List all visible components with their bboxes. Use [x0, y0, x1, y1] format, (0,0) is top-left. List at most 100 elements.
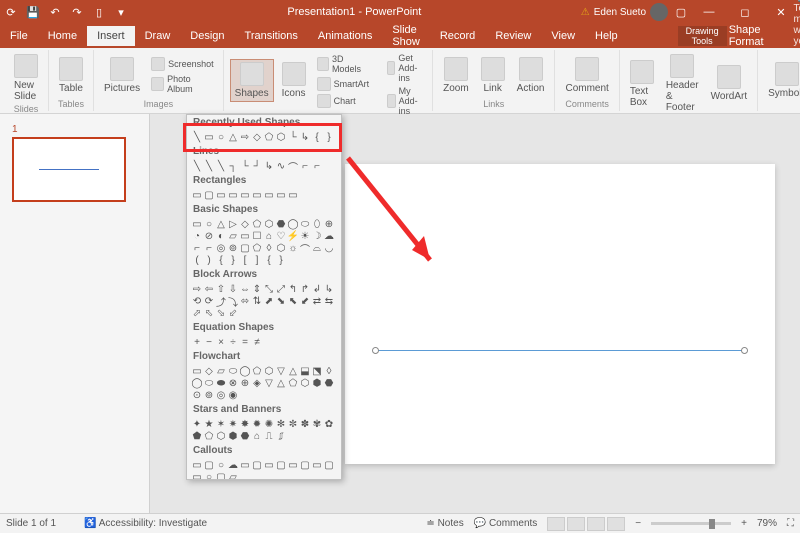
shape-item[interactable]: ▭ [227, 189, 239, 201]
get-addins-button[interactable]: Get Add-ins [384, 52, 426, 84]
save-icon[interactable]: 💾 [26, 5, 40, 19]
wordart-button[interactable]: WordArt [707, 63, 752, 104]
shape-item[interactable]: ◎ [215, 389, 227, 401]
shape-item[interactable]: ⊗ [227, 377, 239, 389]
resize-handle-left[interactable] [372, 347, 379, 354]
shape-item[interactable]: ▭ [239, 230, 251, 242]
shape-item[interactable]: ⇔ [239, 283, 251, 295]
shape-curve[interactable]: ↳ [263, 160, 275, 172]
shape-item[interactable]: ◐ [215, 230, 227, 242]
shape-item[interactable]: ⬠ [287, 377, 299, 389]
shape-item[interactable]: ○ [215, 459, 227, 471]
shape-item[interactable]: ⤴ [215, 295, 227, 307]
shape-item[interactable]: ▭ [191, 218, 203, 230]
header-footer-button[interactable]: Header & Footer [662, 52, 703, 115]
shape-item[interactable]: ◯ [287, 218, 299, 230]
shape-item[interactable]: ⌂ [251, 430, 263, 442]
shape-item[interactable]: ⤢ [275, 283, 287, 295]
autosave-icon[interactable]: ⟳ [4, 5, 18, 19]
zoom-button[interactable]: Zoom [439, 55, 473, 96]
shape-item[interactable]: ⊚ [203, 389, 215, 401]
shape-item[interactable]: = [239, 336, 251, 348]
shape-item[interactable]: ⬀ [191, 307, 203, 319]
shape-item[interactable]: ◊ [323, 365, 335, 377]
redo-icon[interactable]: ↷ [70, 5, 84, 19]
shape-item[interactable]: [ [239, 254, 251, 266]
shape-item[interactable]: ◇ [239, 218, 251, 230]
shape-item[interactable]: ☼ [287, 242, 299, 254]
shape-item[interactable]: ▢ [215, 471, 227, 480]
user-account[interactable]: ⚠ Eden Sueto [581, 3, 668, 21]
shape-item[interactable]: + [191, 336, 203, 348]
shape-item[interactable]: ⤵ [227, 295, 239, 307]
slide-thumbnail-pane[interactable]: 1 [0, 114, 150, 513]
shape-item[interactable]: ▷ [227, 218, 239, 230]
shape-item[interactable]: ⬭ [203, 377, 215, 389]
shape-item[interactable]: ▭ [239, 189, 251, 201]
shape-item[interactable]: ⤡ [263, 283, 275, 295]
shape-item[interactable]: ⬟ [191, 430, 203, 442]
comments-button[interactable]: 💬 Comments [474, 518, 538, 529]
shape-item[interactable]: ⊕ [239, 377, 251, 389]
shape-item[interactable]: ⟲ [191, 295, 203, 307]
shape-item[interactable]: ⇅ [251, 295, 263, 307]
shape-item[interactable]: ○ [203, 471, 215, 480]
shape-item[interactable]: ⌂ [263, 230, 275, 242]
shape-item[interactable]: ◉ [227, 389, 239, 401]
shape-item[interactable]: ✼ [287, 418, 299, 430]
shape-item[interactable]: ⬡ [275, 131, 287, 143]
shape-item[interactable]: ⬄ [239, 295, 251, 307]
shape-freeform[interactable]: ⌐ [299, 160, 311, 172]
shape-item[interactable]: ⬠ [263, 131, 275, 143]
icons-button[interactable]: Icons [278, 60, 310, 101]
screenshot-button[interactable]: Screenshot [148, 56, 217, 72]
shape-item[interactable]: ⬡ [215, 430, 227, 442]
shape-item[interactable]: ⬁ [203, 307, 215, 319]
shape-item[interactable]: ⬈ [263, 295, 275, 307]
shape-item[interactable]: ✶ [215, 418, 227, 430]
shape-item[interactable]: ⌐ [203, 242, 215, 254]
shape-item[interactable]: ✷ [227, 418, 239, 430]
shape-item[interactable]: ⌒ [299, 242, 311, 254]
shape-item[interactable]: ⇨ [239, 131, 251, 143]
tab-transitions[interactable]: Transitions [235, 26, 308, 46]
zoom-in-button[interactable]: + [741, 518, 747, 529]
comment-button[interactable]: Comment [561, 55, 612, 96]
tab-home[interactable]: Home [38, 26, 87, 46]
shape-item[interactable]: ⬠ [203, 430, 215, 442]
shape-item[interactable]: ▭ [203, 131, 215, 143]
shape-item[interactable]: ▭ [191, 189, 203, 201]
shape-item[interactable]: ⎎ [275, 430, 287, 442]
shape-item[interactable]: ✿ [323, 418, 335, 430]
shape-curve-double[interactable]: ⌒ [287, 160, 299, 172]
shape-item[interactable]: ▭ [239, 459, 251, 471]
tab-review[interactable]: Review [485, 26, 541, 46]
shape-line[interactable]: ╲ [191, 160, 203, 172]
shape-item[interactable]: ✦ [191, 418, 203, 430]
shape-item[interactable]: ○ [215, 131, 227, 143]
shape-item[interactable]: ▢ [239, 242, 251, 254]
shape-item[interactable]: ⬊ [275, 295, 287, 307]
shape-item[interactable]: ✾ [311, 418, 323, 430]
shape-item[interactable]: ⇄ [311, 295, 323, 307]
shape-item[interactable]: ▭ [191, 365, 203, 377]
ribbon-options-icon[interactable]: ▢ [674, 5, 688, 19]
tab-draw[interactable]: Draw [135, 26, 181, 46]
shape-item[interactable]: ⬠ [251, 218, 263, 230]
shape-item[interactable]: ⬢ [227, 430, 239, 442]
shape-item[interactable]: } [227, 254, 239, 266]
shape-item[interactable]: ⬣ [239, 430, 251, 442]
shape-item[interactable]: ↱ [299, 283, 311, 295]
shapes-button[interactable]: Shapes [230, 59, 274, 102]
shape-item[interactable]: ◎ [215, 242, 227, 254]
undo-icon[interactable]: ↶ [48, 5, 62, 19]
shape-line-arrow[interactable]: ╲ [203, 160, 215, 172]
shape-item[interactable]: ⬓ [299, 365, 311, 377]
shape-item[interactable]: ◇ [251, 131, 263, 143]
symbols-button[interactable]: Symbols [764, 60, 800, 101]
shape-item[interactable]: { [311, 131, 323, 143]
shape-item[interactable]: { [215, 254, 227, 266]
shape-item[interactable]: △ [275, 377, 287, 389]
shape-item[interactable]: ▢ [203, 189, 215, 201]
shape-item[interactable]: ○ [203, 218, 215, 230]
